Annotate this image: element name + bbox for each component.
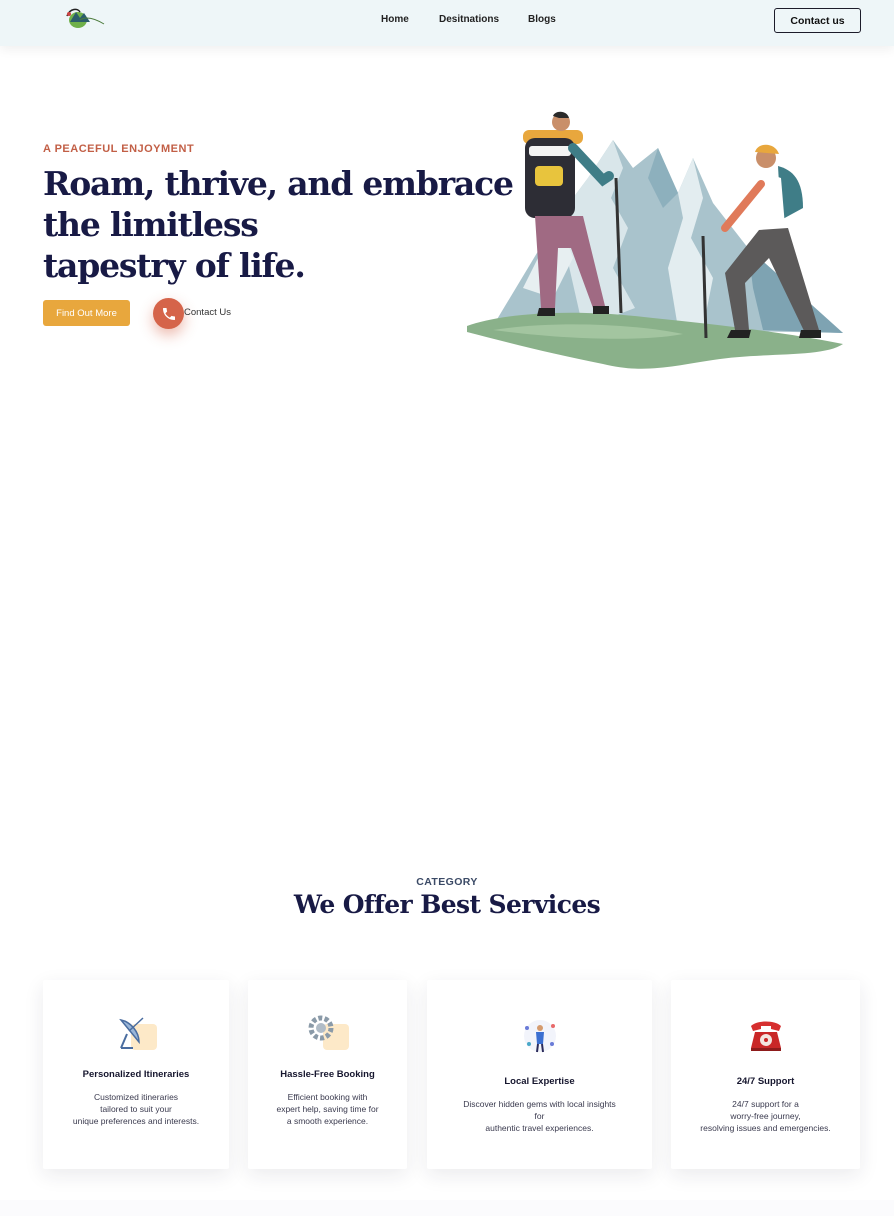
card-description: Efficient booking with expert help, savi…	[276, 1092, 379, 1126]
contact-us-button[interactable]: Contact us	[774, 8, 861, 33]
contact-us-link[interactable]: Contact Us	[184, 307, 231, 318]
hero-title-line: Roam, thrive, and embrace	[43, 164, 514, 203]
mountain-logo-icon[interactable]	[64, 6, 106, 30]
site-header: Home Desitnations Blogs Contact us	[0, 0, 894, 46]
services-title: We Offer Best Services	[293, 890, 601, 919]
nav-destinations[interactable]: Desitnations	[439, 14, 499, 25]
card-title: 24/7 Support	[736, 1076, 795, 1087]
service-card-itineraries[interactable]: Personalized Itineraries Customized itin…	[43, 980, 229, 1169]
hero-title-line: tapestry of life.	[43, 246, 306, 285]
services-eyebrow: CATEGORY	[416, 876, 478, 888]
gear-icon	[308, 1015, 349, 1050]
service-card-booking[interactable]: Hassle-Free Booking Efficient booking wi…	[248, 980, 407, 1169]
hero-title-line: the limitless	[43, 205, 259, 244]
satellite-dish-icon	[119, 1017, 157, 1050]
hikers-mountains-illustration	[467, 111, 843, 369]
card-title: Personalized Itineraries	[82, 1069, 190, 1080]
nav-blogs[interactable]: Blogs	[528, 14, 556, 25]
hero-title: Roam, thrive, and embrace the limitless …	[43, 163, 514, 286]
next-section-edge	[0, 1200, 894, 1216]
service-card-local-expertise[interactable]: Local Expertise Discover hidden gems wit…	[427, 980, 652, 1169]
card-description: Discover hidden gems with local insights…	[463, 1099, 616, 1133]
hero-eyebrow: A PEACEFUL ENJOYMENT	[43, 143, 195, 155]
card-title: Local Expertise	[504, 1076, 575, 1087]
nav-home[interactable]: Home	[381, 14, 409, 25]
phone-button[interactable]	[153, 298, 184, 329]
find-out-more-button[interactable]: Find Out More	[43, 300, 130, 326]
phone-icon	[162, 307, 175, 320]
card-title: Hassle-Free Booking	[280, 1069, 375, 1080]
local-guide-icon	[523, 1020, 556, 1053]
service-card-support[interactable]: 24/7 Support 24/7 support for a worry-fr…	[671, 980, 860, 1169]
telephone-icon	[750, 1021, 781, 1051]
card-description: Customized itineraries tailored to suit …	[72, 1092, 200, 1126]
card-description: 24/7 support for a worry-free journey, r…	[700, 1099, 831, 1133]
